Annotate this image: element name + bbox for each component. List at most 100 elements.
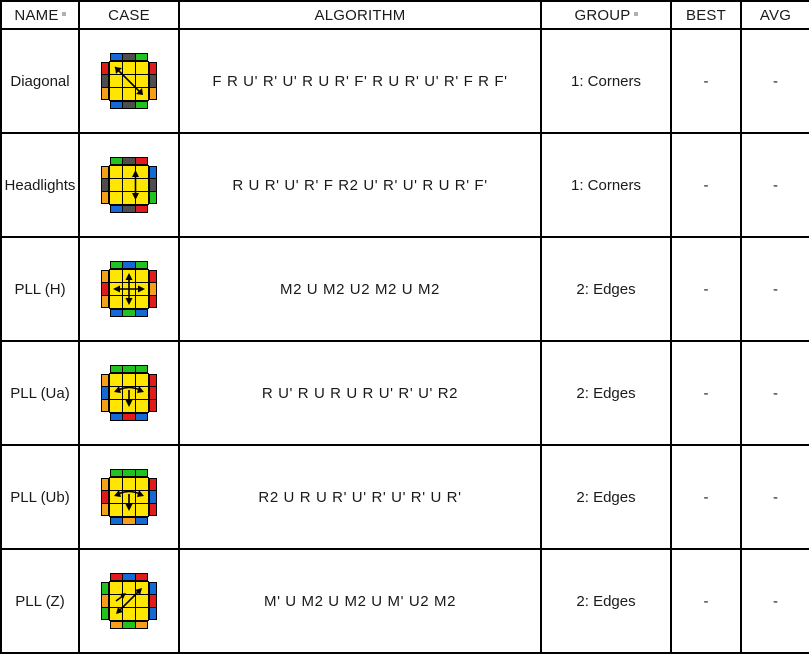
table-row[interactable]: PLL (H) M2 U M2 U2 M2 U M2 2: Edges - - (0, 236, 809, 342)
column-header-algorithm[interactable]: ALGORITHM (178, 0, 542, 30)
column-header-group-label: GROUP (574, 6, 631, 24)
table-row[interactable]: Headlights R U R' U' R' F R2 U' R' U' R U… (0, 132, 809, 238)
cube-side-top (110, 573, 148, 581)
cell-group[interactable]: 1: Corners (540, 28, 672, 134)
table-row[interactable]: Diagonal F R U' R' U' R U R' F' R U R' U'… (0, 28, 809, 134)
cell-case[interactable] (78, 132, 180, 238)
cell-avg[interactable]: - (740, 236, 809, 342)
cell-avg[interactable]: - (740, 28, 809, 134)
table-row[interactable]: PLL (Ub) R2 U R U R' U' R' U' R' U R' 2: E… (0, 444, 809, 550)
cube-arrow-overlay-icon (114, 66, 143, 95)
column-header-best-label: BEST (686, 6, 726, 24)
cell-best[interactable]: - (670, 444, 742, 550)
cell-case[interactable] (78, 28, 180, 134)
cube-arrow-overlay-icon (114, 386, 144, 407)
table-row[interactable]: PLL (Z) M' U M2 U M2 U M' U2 M2 2: Edges - - (0, 548, 809, 654)
cell-group[interactable]: 1: Corners (540, 132, 672, 238)
cube-side-bottom (110, 101, 148, 109)
cell-best[interactable]: - (670, 28, 742, 134)
cell-case[interactable] (78, 444, 180, 550)
cell-name[interactable]: Headlights (0, 132, 80, 238)
cell-algorithm[interactable]: M2 U M2 U2 M2 U M2 (178, 236, 542, 342)
cube-arrow-overlay-icon (115, 588, 142, 614)
cube-side-sticker (102, 63, 108, 75)
cell-name[interactable]: PLL (Ua) (0, 340, 80, 446)
cell-best[interactable]: - (670, 132, 742, 238)
cube-side-sticker (111, 518, 123, 524)
cube-side-sticker (135, 206, 147, 212)
table-body: Diagonal F R U' R' U' R U R' F' R U R' U'… (0, 28, 809, 654)
cube-side-sticker (111, 310, 123, 316)
cell-case[interactable] (78, 548, 180, 654)
cube-side-sticker (102, 167, 108, 179)
cell-case[interactable] (78, 340, 180, 446)
cube-side-sticker (150, 167, 156, 179)
cell-algorithm[interactable]: R U' R U R U R U' R' U' R2 (178, 340, 542, 446)
column-header-case[interactable]: CASE (78, 0, 180, 30)
cell-algorithm[interactable]: R U R' U' R' F R2 U' R' U' R U R' F' (178, 132, 542, 238)
cube-side-sticker (150, 595, 156, 607)
cell-best[interactable]: - (670, 548, 742, 654)
cube-side-sticker (102, 583, 108, 595)
cube-side-sticker (135, 518, 147, 524)
cube-side-sticker (135, 262, 147, 268)
cell-name[interactable]: PLL (Z) (0, 548, 80, 654)
table-row[interactable]: PLL (Ua) R U' R U R U R U' R' U' R2 2: Edg… (0, 340, 809, 446)
column-header-best[interactable]: BEST (670, 0, 742, 30)
cube-diagram-wrapper (81, 447, 177, 547)
cell-best[interactable]: - (670, 236, 742, 342)
cube-side-right (149, 270, 157, 308)
cell-name[interactable]: Diagonal (0, 28, 80, 134)
cell-avg[interactable]: - (740, 444, 809, 550)
cube-side-sticker (111, 262, 123, 268)
cube-side-top (110, 365, 148, 373)
filter-marker-icon[interactable] (61, 11, 66, 16)
cell-name[interactable]: PLL (Ub) (0, 444, 80, 550)
cell-group[interactable]: 2: Edges (540, 548, 672, 654)
cube-diagram (101, 573, 157, 629)
cell-algorithm[interactable]: F R U' R' U' R U R' F' R U R' U' R' F R … (178, 28, 542, 134)
cell-algorithm[interactable]: M' U M2 U M2 U M' U2 M2 (178, 548, 542, 654)
cell-name[interactable]: PLL (H) (0, 236, 80, 342)
cube-side-right (149, 478, 157, 516)
cube-side-sticker (102, 387, 108, 399)
column-header-name[interactable]: NAME (0, 0, 80, 30)
cube-side-sticker (150, 607, 156, 619)
cube-side-sticker (123, 262, 135, 268)
cube-diagram (101, 261, 157, 317)
cube-side-sticker (102, 87, 108, 99)
cube-side-sticker (123, 622, 135, 628)
cube-side-sticker (135, 54, 147, 60)
cell-best[interactable]: - (670, 340, 742, 446)
cube-side-sticker (123, 414, 135, 420)
cube-side-sticker (102, 179, 108, 191)
cube-side-sticker (102, 491, 108, 503)
cell-group[interactable]: 2: Edges (540, 236, 672, 342)
cube-side-sticker (111, 366, 123, 372)
filter-marker-icon[interactable] (633, 11, 638, 16)
cube-arrow-overlay-icon (114, 490, 144, 511)
cell-group[interactable]: 2: Edges (540, 340, 672, 446)
cube-side-sticker (150, 399, 156, 411)
cell-algorithm[interactable]: R2 U R U R' U' R' U' R' U R' (178, 444, 542, 550)
cell-avg[interactable]: - (740, 340, 809, 446)
cell-group[interactable]: 2: Edges (540, 444, 672, 550)
cube-side-top (110, 469, 148, 477)
cube-side-sticker (123, 54, 135, 60)
cube-side-sticker (102, 595, 108, 607)
cube-side-sticker (111, 54, 123, 60)
cell-case[interactable] (78, 236, 180, 342)
cube-side-left (101, 374, 109, 412)
cell-avg[interactable]: - (740, 132, 809, 238)
cube-side-sticker (111, 470, 123, 476)
cube-side-sticker (150, 387, 156, 399)
cube-diagram (101, 53, 157, 109)
cube-side-sticker (135, 310, 147, 316)
cube-side-sticker (102, 283, 108, 295)
cell-avg[interactable]: - (740, 548, 809, 654)
column-header-group[interactable]: GROUP (540, 0, 672, 30)
algorithm-table: NAME CASE ALGORITHM GROUP BEST AVG Diago… (0, 0, 809, 654)
column-header-avg[interactable]: AVG (740, 0, 809, 30)
cube-side-sticker (123, 366, 135, 372)
cube-arrow-overlay-icon (132, 170, 139, 200)
